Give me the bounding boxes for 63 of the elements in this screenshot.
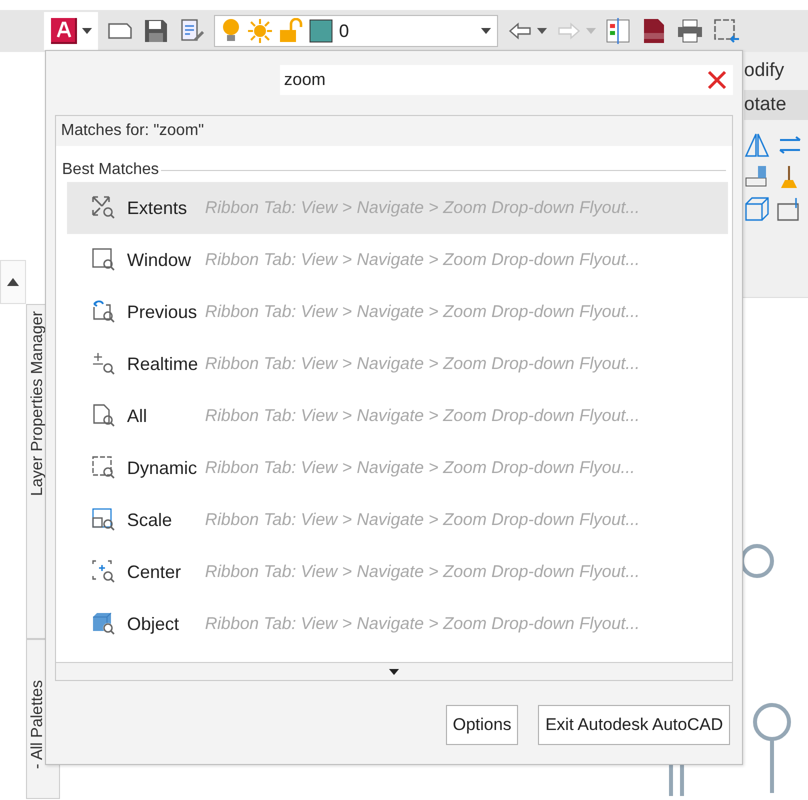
- caret-icon: [586, 28, 596, 34]
- caret-icon: [537, 28, 547, 34]
- zoom-scale-icon: [91, 507, 117, 533]
- unlocked-padlock-icon: [279, 18, 303, 44]
- result-label: Window: [127, 250, 192, 270]
- menu-button[interactable]: Options: [446, 705, 518, 745]
- result-label: Object: [127, 614, 180, 634]
- zoom-window-icon: [91, 247, 117, 273]
- save-icon: [142, 17, 170, 45]
- zoom-previous-icon: [91, 299, 117, 325]
- light-bulb-icon: [221, 18, 241, 44]
- result-label: Center: [127, 562, 182, 582]
- layer-dropdown[interactable]: 0: [214, 15, 498, 47]
- result-item[interactable]: Object Ribbon Tab: View > Navigate > Zoom Drop-down Flyout...: [67, 598, 728, 650]
- result-label: All: [127, 406, 148, 426]
- result-label: Previous: [127, 302, 198, 322]
- zoom-realtime-icon: [91, 351, 117, 377]
- app-logo-icon: [50, 17, 78, 45]
- result-path: Ribbon Tab: View > Navigate > Zoom Drop-down Flyout...: [205, 510, 640, 530]
- palette-title: Layer Properties Manager: [29, 311, 47, 496]
- result-path: Ribbon Tab: View > Navigate > Zoom Drop-down Flyout...: [205, 562, 640, 582]
- dropdown-caret-icon: [481, 28, 491, 34]
- layer-name: 0: [339, 20, 350, 42]
- caret-icon: [82, 28, 92, 34]
- result-item[interactable]: Center Ribbon Tab: View > Navigate > Zoom Drop-down Flyout...: [67, 546, 728, 598]
- result-path: Ribbon Tab: View > Navigate > Zoom Drop-down Flyou...: [205, 458, 635, 478]
- application-menu-button[interactable]: [44, 12, 98, 50]
- result-label: Realtime: [127, 354, 200, 374]
- zoom-dynamic-icon: [91, 455, 117, 481]
- result-path: Ribbon Tab: View > Navigate > Zoom Drop-down Flyout...: [205, 302, 640, 322]
- result-path: Ribbon Tab: View > Navigate > Zoom Drop-down Flyout...: [205, 406, 640, 426]
- result-label: Extents: [127, 198, 188, 218]
- result-path: Ribbon Tab: View > Navigate > Zoom Drop-down Flyout...: [205, 250, 640, 270]
- section-title: Best Matches: [62, 161, 159, 179]
- zoom-object-icon: [91, 611, 117, 637]
- palette-title: - All Palettes: [29, 680, 47, 769]
- result-item[interactable]: Realtime Ribbon Tab: View > Navigate > Zoom Drop-down Flyout...: [67, 338, 728, 390]
- result-path: Ribbon Tab: View > Navigate > Zoom Drop-down Flyout...: [205, 198, 640, 218]
- sun-icon: [247, 18, 273, 44]
- result-item[interactable]: Window Ribbon Tab: View > Navigate > Zoom Drop-down Flyout...: [67, 234, 728, 286]
- result-item[interactable]: All Ribbon Tab: View > Navigate > Zoom Drop-down Flyout...: [67, 390, 728, 442]
- result-item[interactable]: Scale Ribbon Tab: View > Navigate > Zoom Drop-down Flyout...: [67, 494, 728, 546]
- result-item[interactable]: Previous Ribbon Tab: View > Navigate > Zoom Drop-down Flyout...: [67, 286, 728, 338]
- search-field[interactable]: zoom: [280, 65, 733, 95]
- result-path: Ribbon Tab: View > Navigate > Zoom Drop-down Flyout...: [205, 354, 640, 374]
- up-arrow-icon: [7, 278, 19, 286]
- menu-button[interactable]: Exit Autodesk AutoCAD: [538, 705, 730, 745]
- zoom-all-icon: [91, 403, 117, 429]
- scroll-bar[interactable]: [56, 662, 732, 680]
- result-item[interactable]: Extents Ribbon Tab: View > Navigate > Zoom Drop-down Flyout...: [67, 182, 728, 234]
- matches-header: Matches for: "zoom": [56, 116, 732, 146]
- result-path: Ribbon Tab: View > Navigate > Zoom Drop-down Flyout...: [205, 614, 640, 634]
- zoom-center-icon: [91, 559, 117, 585]
- close-icon[interactable]: [707, 70, 727, 90]
- mirror-icon[interactable]: [744, 132, 770, 158]
- result-label: Scale: [127, 510, 174, 530]
- scroll-down-icon: [389, 668, 399, 674]
- result-label: Dynamic: [127, 458, 198, 478]
- box-icon[interactable]: [744, 196, 770, 222]
- zoom-extents-icon: [91, 195, 117, 221]
- collapse-button[interactable]: [0, 260, 26, 304]
- result-item[interactable]: Dynamic Ribbon Tab: View > Navigate > Zoom Drop-down Flyou...: [67, 442, 728, 494]
- ribbon-tab[interactable]: odify: [744, 52, 808, 90]
